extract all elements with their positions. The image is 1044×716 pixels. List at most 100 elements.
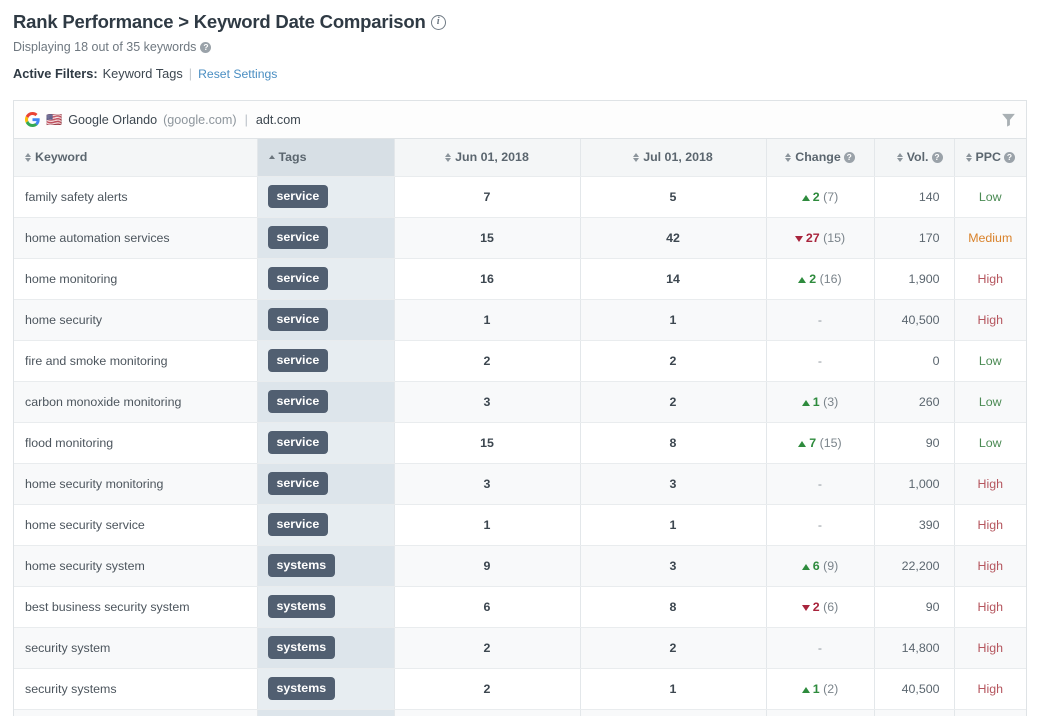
cell-ppc: High [954, 668, 1026, 709]
cell-tags: service [257, 299, 394, 340]
ppc-value: Medium [968, 231, 1012, 245]
table-row[interactable]: security systemsystems22-14,800High [14, 627, 1026, 668]
table-row[interactable]: home security monitoringservice33-1,000H… [14, 463, 1026, 504]
cell-volume: 40,500 [874, 299, 954, 340]
cell-rank-jul: 1 [580, 504, 766, 545]
panel-toolbar: 🇺🇸 Google Orlando (google.com) | adt.com [14, 101, 1026, 139]
change-previous-rank: (15) [820, 231, 845, 245]
table-row[interactable]: home security serviceservice11-390High [14, 504, 1026, 545]
column-header-volume[interactable]: Vol. ? [874, 139, 954, 176]
table-row[interactable]: flood monitoringservice1587 (15)90Low [14, 422, 1026, 463]
cell-tags: systems [257, 586, 394, 627]
cell-ppc: High [954, 586, 1026, 627]
no-change-dash: - [818, 641, 822, 655]
column-header-date-jul[interactable]: Jul 01, 2018 [580, 139, 766, 176]
cell-volume: 260 [874, 381, 954, 422]
cell-keyword: flood monitoring [14, 422, 257, 463]
cell-ppc: Low [954, 176, 1026, 217]
cell-change: - [766, 627, 874, 668]
column-header-change[interactable]: Change ? [766, 139, 874, 176]
table-row[interactable]: home automation servicesservice154227 (1… [14, 217, 1026, 258]
tag-badge[interactable]: service [268, 308, 329, 331]
change-previous-rank: (2) [820, 682, 839, 696]
table-row[interactable]: best business security systemsystems682 … [14, 586, 1026, 627]
cell-rank-jul: 42 [580, 217, 766, 258]
help-icon[interactable]: ? [932, 152, 943, 163]
table-row[interactable]: fire and smoke monitoringservice22-0Low [14, 340, 1026, 381]
table-row[interactable]: systems [14, 709, 1026, 716]
cell-change: 6 (9) [766, 545, 874, 586]
cell-keyword: home security system [14, 545, 257, 586]
cell-change: - [766, 299, 874, 340]
sort-icon [785, 152, 792, 163]
change-previous-rank: (16) [816, 272, 841, 286]
change-up-arrow-icon [802, 195, 810, 201]
cell-change: 1 (2) [766, 668, 874, 709]
cell-rank-jul [580, 709, 766, 716]
cell-volume: 170 [874, 217, 954, 258]
ppc-value: High [978, 313, 1003, 327]
cell-rank-jul: 14 [580, 258, 766, 299]
google-logo-icon [25, 112, 40, 127]
cell-rank-jul: 3 [580, 545, 766, 586]
engine-divider: | [243, 113, 250, 127]
results-panel: 🇺🇸 Google Orlando (google.com) | adt.com [13, 100, 1027, 716]
cell-ppc: Medium [954, 217, 1026, 258]
help-icon[interactable]: ? [200, 42, 211, 53]
cell-change: 7 (15) [766, 422, 874, 463]
ppc-value: High [978, 600, 1003, 614]
column-header-tags[interactable]: Tags [257, 139, 394, 176]
tag-badge[interactable]: systems [268, 595, 336, 618]
change-previous-rank: (15) [816, 436, 841, 450]
tag-badge[interactable]: service [268, 226, 329, 249]
tag-badge[interactable]: systems [268, 636, 336, 659]
sort-icon [897, 152, 904, 163]
column-label: PPC [976, 150, 1001, 164]
cell-rank-jul: 2 [580, 340, 766, 381]
tag-badge[interactable]: service [268, 472, 329, 495]
cell-volume: 1,900 [874, 258, 954, 299]
tag-badge[interactable]: service [268, 513, 329, 536]
column-label: Tags [279, 150, 307, 164]
table-head: Keyword Tags Jun 01, 2018 Jul 01, 2018 [14, 139, 1026, 176]
tag-badge[interactable]: service [268, 390, 329, 413]
cell-volume: 40,500 [874, 668, 954, 709]
reset-settings-link[interactable]: Reset Settings [198, 67, 277, 81]
change-up-arrow-icon [802, 564, 810, 570]
info-icon[interactable]: i [431, 15, 446, 30]
tag-badge[interactable]: service [268, 185, 329, 208]
cell-ppc: High [954, 299, 1026, 340]
column-header-ppc[interactable]: PPC ? [954, 139, 1026, 176]
column-header-date-jun[interactable]: Jun 01, 2018 [394, 139, 580, 176]
table-row[interactable]: home securityservice11-40,500High [14, 299, 1026, 340]
table-row[interactable]: family safety alertsservice752 (7)140Low [14, 176, 1026, 217]
tag-badge[interactable]: service [268, 431, 329, 454]
page-header: Rank Performance > Keyword Date Comparis… [0, 0, 1044, 81]
help-icon[interactable]: ? [844, 152, 855, 163]
column-header-keyword[interactable]: Keyword [14, 139, 257, 176]
us-flag-icon: 🇺🇸 [46, 113, 62, 126]
table-row[interactable]: security systemssystems211 (2)40,500High [14, 668, 1026, 709]
table-row[interactable]: home monitoringservice16142 (16)1,900Hig… [14, 258, 1026, 299]
cell-ppc [954, 709, 1026, 716]
cell-volume: 90 [874, 422, 954, 463]
sort-icon [445, 152, 452, 163]
table-row[interactable]: carbon monoxide monitoringservice321 (3)… [14, 381, 1026, 422]
cell-ppc: High [954, 504, 1026, 545]
site-domain: adt.com [256, 113, 301, 127]
tag-badge[interactable]: service [268, 349, 329, 372]
cell-change: 1 (3) [766, 381, 874, 422]
tag-badge[interactable]: service [268, 267, 329, 290]
ppc-value: Low [979, 436, 1002, 450]
cell-rank-jun: 1 [394, 504, 580, 545]
sort-asc-icon [269, 152, 276, 163]
filter-funnel-icon[interactable] [1000, 111, 1017, 128]
cell-volume [874, 709, 954, 716]
table-row[interactable]: home security systemsystems936 (9)22,200… [14, 545, 1026, 586]
cell-ppc: High [954, 463, 1026, 504]
cell-rank-jun: 3 [394, 463, 580, 504]
tag-badge[interactable]: systems [268, 554, 336, 577]
help-icon[interactable]: ? [1004, 152, 1015, 163]
tag-badge[interactable]: systems [268, 677, 336, 700]
cell-ppc: Low [954, 340, 1026, 381]
